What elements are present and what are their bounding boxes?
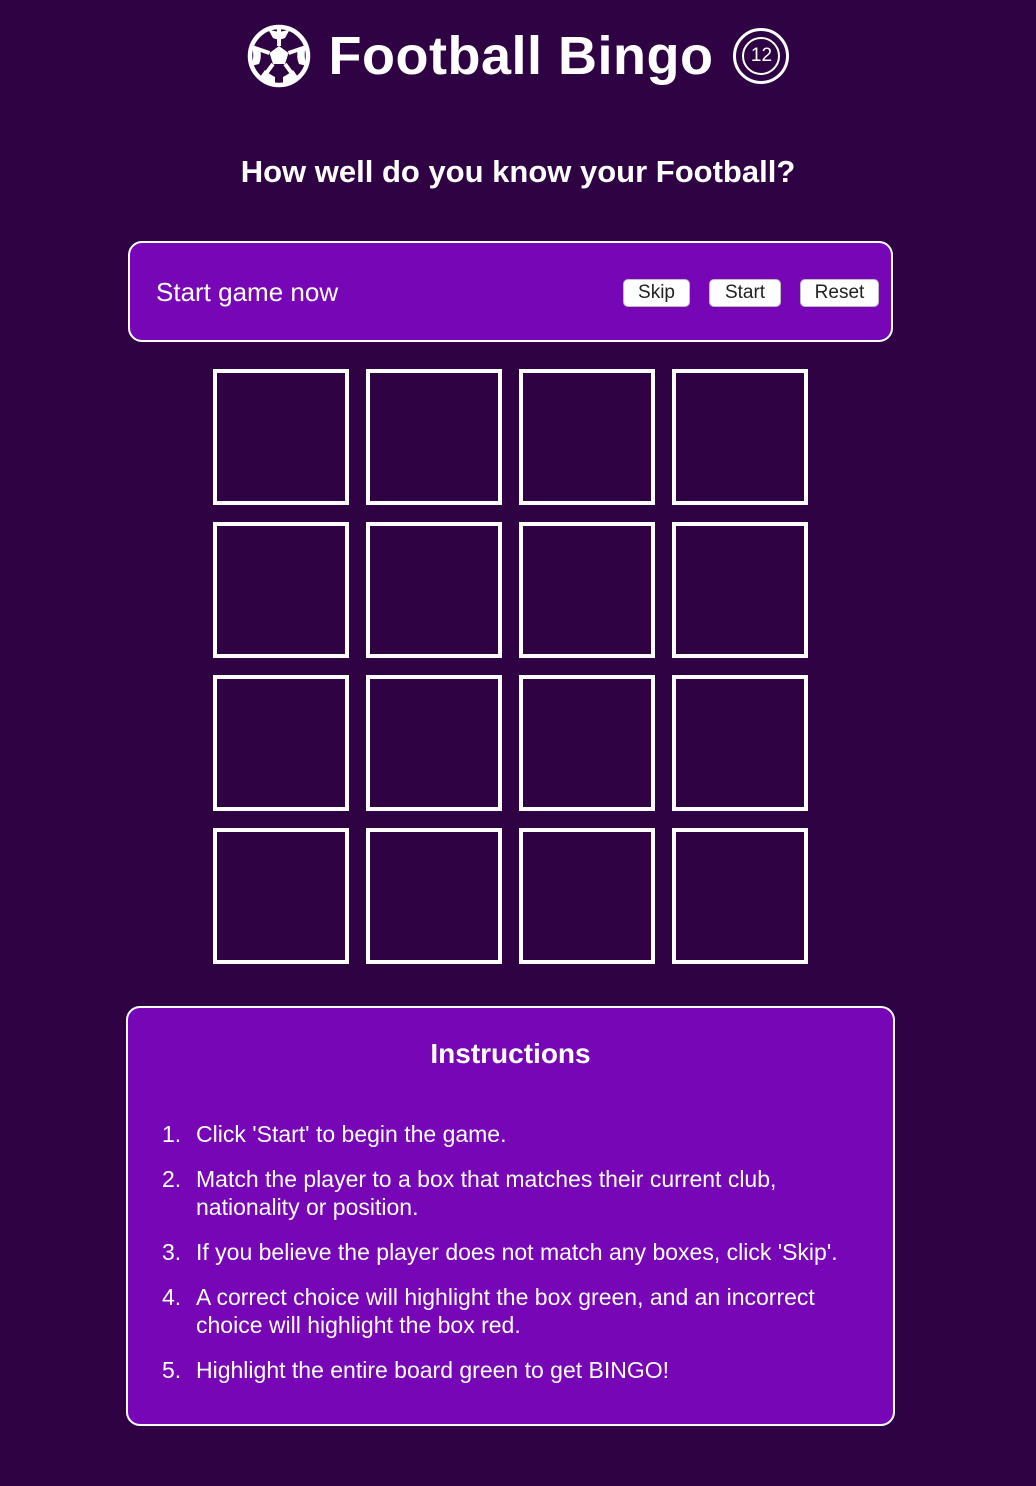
- step-text: Match the player to a box that matches t…: [196, 1166, 777, 1220]
- instruction-step: 2. Match the player to a box that matche…: [128, 1165, 893, 1221]
- bingo-cell[interactable]: [213, 675, 349, 811]
- instructions-list: 1. Click 'Start' to begin the game. 2. M…: [128, 1120, 893, 1401]
- step-number: 4.: [162, 1284, 182, 1310]
- bingo-cell[interactable]: [366, 369, 502, 505]
- bingo-cell[interactable]: [213, 369, 349, 505]
- reset-button[interactable]: Reset: [800, 279, 879, 307]
- game-status-text: Start game now: [156, 277, 339, 307]
- step-number: 5.: [162, 1357, 182, 1383]
- instruction-step: 3. If you believe the player does not ma…: [128, 1238, 893, 1266]
- bingo-cell[interactable]: [213, 522, 349, 658]
- bingo-cell[interactable]: [519, 828, 655, 964]
- bingo-cell[interactable]: [672, 675, 808, 811]
- step-number: 3.: [162, 1239, 182, 1265]
- bingo-cell[interactable]: [519, 522, 655, 658]
- instructions-panel: Instructions 1. Click 'Start' to begin t…: [126, 1006, 895, 1426]
- count-badge-value: 12: [742, 37, 781, 75]
- bingo-cell[interactable]: [672, 522, 808, 658]
- count-badge: 12: [733, 28, 790, 84]
- header: Football Bingo 12: [0, 22, 1036, 90]
- step-text: A correct choice will highlight the box …: [196, 1284, 815, 1338]
- step-number: 2.: [162, 1166, 182, 1192]
- start-button[interactable]: Start: [709, 279, 781, 307]
- bingo-cell[interactable]: [366, 828, 502, 964]
- skip-button[interactable]: Skip: [623, 279, 690, 307]
- bingo-cell[interactable]: [672, 369, 808, 505]
- bingo-cell[interactable]: [519, 369, 655, 505]
- instruction-step: 1. Click 'Start' to begin the game.: [128, 1120, 893, 1148]
- step-number: 1.: [162, 1121, 182, 1147]
- bingo-board: [213, 369, 808, 964]
- bingo-cell[interactable]: [366, 522, 502, 658]
- bingo-cell[interactable]: [213, 828, 349, 964]
- instruction-step: 4. A correct choice will highlight the b…: [128, 1283, 893, 1339]
- app-title: Football Bingo: [328, 26, 714, 86]
- instructions-title: Instructions: [430, 1038, 591, 1069]
- bingo-cell[interactable]: [672, 828, 808, 964]
- step-text: Click 'Start' to begin the game.: [196, 1121, 507, 1147]
- step-text: If you believe the player does not match…: [196, 1239, 838, 1265]
- instruction-step: 5. Highlight the entire board green to g…: [128, 1356, 893, 1384]
- soccer-ball-icon: [247, 24, 311, 88]
- page-subtitle: How well do you know your Football?: [240, 154, 796, 189]
- bingo-cell[interactable]: [366, 675, 502, 811]
- step-text: Highlight the entire board green to get …: [196, 1357, 670, 1383]
- bingo-cell[interactable]: [519, 675, 655, 811]
- control-panel: Start game now Skip Start Reset: [128, 241, 893, 342]
